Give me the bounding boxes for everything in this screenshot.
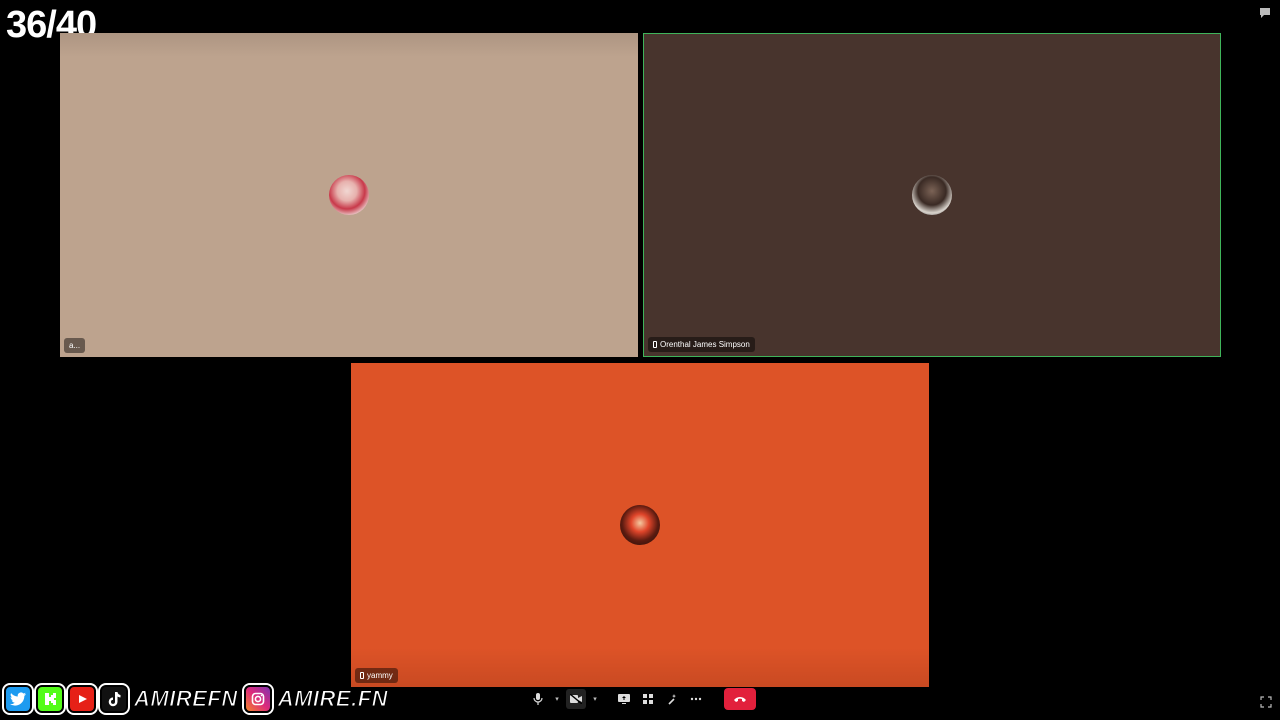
kick-icon [36, 685, 64, 713]
apps-icon[interactable] [638, 689, 658, 709]
twitter-icon [4, 685, 32, 713]
user-avatar-2 [912, 175, 952, 215]
social-overlay: AMIREFN AMIRE.FN [4, 683, 390, 715]
more-icon[interactable] [686, 689, 706, 709]
participant-tile[interactable]: a... [60, 33, 638, 357]
participant-name-tag: a... [64, 338, 86, 353]
participant-name: a... [69, 341, 81, 350]
phone-icon [360, 672, 364, 679]
participant-name: Orenthal James Simpson [660, 340, 750, 349]
chevron-down-icon[interactable]: ▾ [552, 689, 562, 709]
hang-up-icon [734, 697, 746, 702]
handle-kick: AMIREFN [134, 686, 238, 712]
chevron-down-icon[interactable]: ▾ [590, 689, 600, 709]
effects-icon[interactable] [662, 689, 682, 709]
participant-name-tag: yammy [355, 668, 398, 683]
microphone-icon[interactable] [528, 689, 548, 709]
participant-name: yammy [367, 671, 393, 680]
user-avatar-1 [329, 175, 369, 215]
phone-icon [653, 341, 657, 348]
hang-up-button[interactable] [724, 688, 756, 710]
expand-icon[interactable] [1260, 696, 1272, 708]
participant-tile-active[interactable]: Orenthal James Simpson [643, 33, 1221, 357]
participant-tile[interactable]: yammy [351, 363, 929, 687]
tiktok-icon [100, 685, 128, 713]
camera-icon[interactable] [566, 689, 586, 709]
share-screen-icon[interactable] [614, 689, 634, 709]
participant-name-tag: Orenthal James Simpson [648, 337, 755, 352]
instagram-icon [243, 685, 272, 713]
chat-icon[interactable] [1258, 6, 1272, 20]
call-controls: ▾ ▾ [528, 688, 756, 710]
user-avatar-3 [620, 505, 660, 545]
youtube-icon [68, 685, 96, 713]
handle-instagram: AMIRE.FN [277, 686, 389, 712]
